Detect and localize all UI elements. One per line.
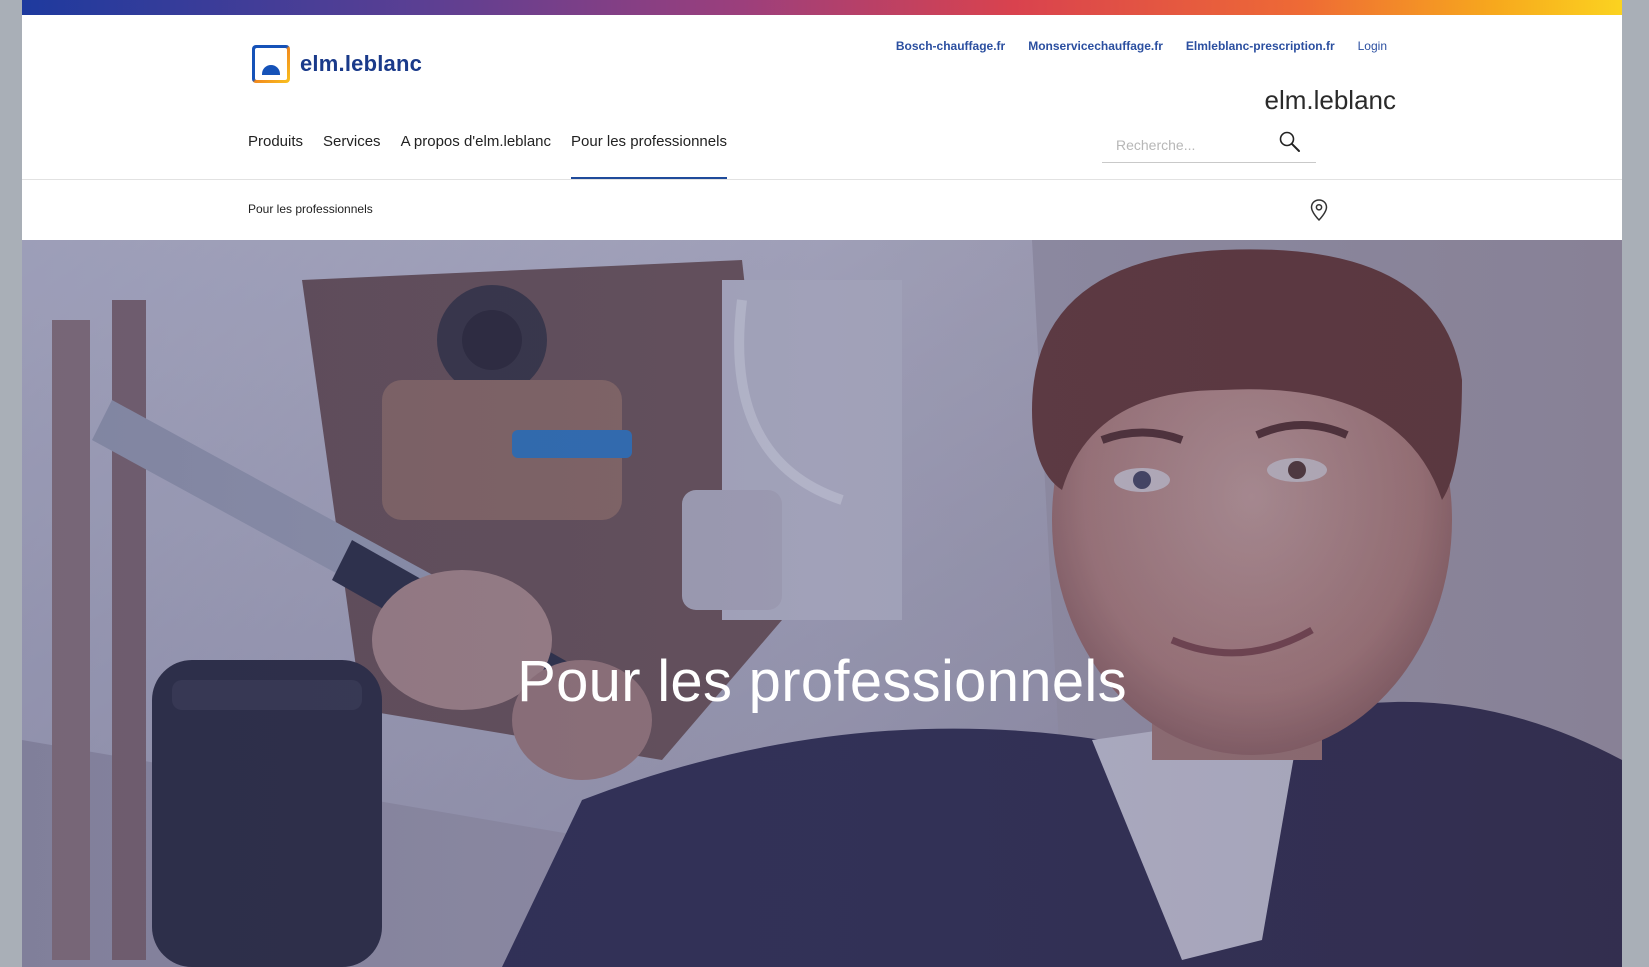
hero-image [22,240,1622,967]
site-header: elm.leblanc Bosch-chauffage.fr Monservic… [22,15,1622,180]
nav-item-produits[interactable]: Produits [248,129,303,179]
nav-item-a-propos[interactable]: A propos d'elm.leblanc [401,129,551,179]
hero-title: Pour les professionnels [517,649,1127,714]
search-box [1102,129,1316,163]
login-link[interactable]: Login [1358,39,1387,53]
hero-banner: Pour les professionnels [22,240,1622,967]
location-pin-icon[interactable] [1308,198,1330,222]
search-icon[interactable] [1278,130,1302,154]
header-brand-name: elm.leblanc [1264,85,1396,115]
nav-item-services[interactable]: Services [323,129,381,179]
search-input[interactable] [1116,131,1286,159]
logo-text: elm.leblanc [300,51,423,76]
brand-color-bar [22,0,1622,15]
site-logo[interactable]: elm.leblanc [252,45,422,83]
utility-links: Bosch-chauffage.fr Monservicechauffage.f… [896,39,1387,53]
breadcrumb-current[interactable]: Pour les professionnels [248,202,373,216]
util-link-prescription[interactable]: Elmleblanc-prescription.fr [1186,39,1335,53]
logo-mark-icon [252,45,290,83]
main-nav: Produits Services A propos d'elm.leblanc… [248,129,727,180]
util-link-monservicechauffage[interactable]: Monservicechauffage.fr [1028,39,1163,53]
nav-item-pour-les-professionnels[interactable]: Pour les professionnels [571,129,727,180]
util-link-bosch-chauffage[interactable]: Bosch-chauffage.fr [896,39,1005,53]
page-frame: elm.leblanc Bosch-chauffage.fr Monservic… [22,0,1622,967]
breadcrumb-bar: Pour les professionnels [22,180,1622,240]
